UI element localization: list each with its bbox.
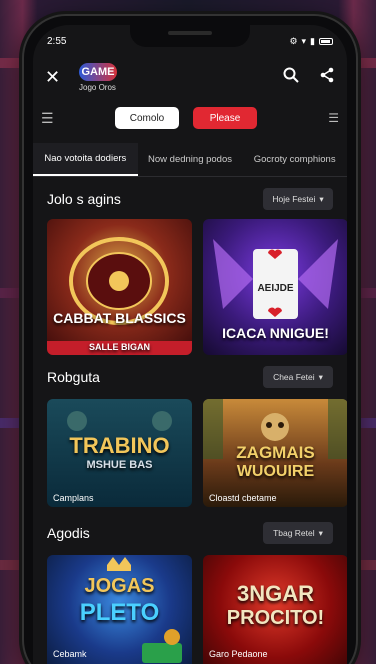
app-header: ✕ GAME Jogo Oros [33,57,347,97]
game-tile[interactable]: JOGAS PLETO Cebamk [47,555,192,664]
chevron-down-icon: ▾ [318,371,323,382]
see-all-label: Hoje Festei [272,194,316,204]
see-all-label: Chea Fetei [273,372,315,382]
game-tile[interactable]: 3NGAR PROCITO! Garo Pedaone [203,555,347,664]
section-title: Agodis [47,525,90,541]
see-all-button[interactable]: Chea Fetei ▾ [263,366,333,388]
tile-caption: Camplans [53,493,94,503]
logo-mark: GAME [79,62,117,81]
tile-subtitle: PROCITO! [226,607,325,629]
menu-icon[interactable]: ☰ [41,110,61,127]
settings-status-icon: ⚙ [289,35,298,46]
category-tabs: Nao votoita dodiers Now dedning podos Go… [33,143,347,177]
section-title: Jolo s agins [47,191,121,207]
filter-pill-secondary[interactable]: Please [193,107,257,129]
tile-title: JOGAS [84,575,155,597]
tile-subtitle: WUOUIRE [236,463,315,480]
list-menu-icon[interactable]: ☰ [328,111,339,125]
tile-title: ICACA NNIGUE! [222,325,329,341]
section-header: Agodis Tbag Retel ▾ [33,519,347,547]
chevron-down-icon: ▾ [318,527,323,538]
roulette-wheel-art [47,237,192,355]
see-all-label: Tbag Retel [273,528,315,538]
app-screen: 2:55 ⚙ ▾ ▮ ✕ GAME Jogo Oros ☰ Comolo Ple… [33,25,347,664]
tab-third[interactable]: Gocroty comphions [242,143,347,176]
wifi-icon: ▾ [301,35,307,46]
app-logo: GAME Jogo Oros [79,62,117,92]
tile-caption: Cloastd cbetame [209,493,277,503]
section-title: Robguta [47,369,100,385]
filter-bar: ☰ Comolo Please ☰ [33,103,347,133]
search-icon[interactable] [283,67,299,88]
game-tile[interactable]: AEIJDE ICACA NNIGUE! [203,219,347,355]
section-header: Jolo s agins Hoje Festei ▾ [33,185,347,213]
tile-caption: Garo Pedaone [209,649,268,659]
logo-text: Jogo Oros [79,82,116,92]
tile-title: CABBAT BLASSICS [53,310,186,326]
phone-frame: 2:55 ⚙ ▾ ▮ ✕ GAME Jogo Oros ☰ Comolo Ple… [22,14,358,664]
see-all-button[interactable]: Tbag Retel ▾ [263,522,333,544]
tile-caption: Cebamk [53,649,87,659]
see-all-button[interactable]: Hoje Festei ▾ [263,188,333,210]
tile-title: 3NGAR [236,581,314,606]
game-tile[interactable]: CABBAT BLASSICS SALLE BIGAN [47,219,192,355]
tile-subtitle: AEIJDE [257,283,294,294]
section-header: Robguta Chea Fetei ▾ [33,363,347,391]
status-bar: 2:55 ⚙ ▾ ▮ [47,33,333,49]
tile-subtitle: SALLE BIGAN [88,342,150,352]
tile-subtitle: MSHUE BAS [86,459,153,471]
share-icon[interactable] [319,67,335,88]
tile-subtitle: PLETO [79,599,160,626]
signal-icon: ▮ [310,35,315,46]
filter-pill-primary[interactable]: Comolo [115,107,179,129]
close-icon[interactable]: ✕ [45,67,65,88]
tab-second[interactable]: Now dedning podos [138,143,243,176]
status-time: 2:55 [47,35,67,47]
game-tile[interactable]: ZAGMAIS WUOUIRE Cloastd cbetame [203,399,347,507]
tile-title: ZAGMAIS [236,443,315,462]
tab-first[interactable]: Nao votoita dodiers [33,143,138,176]
game-tile[interactable]: TRABINO MSHUE BAS Camplans [47,399,192,507]
battery-icon [319,37,333,45]
tile-title: TRABINO [69,433,170,458]
chevron-down-icon: ▾ [319,193,324,204]
